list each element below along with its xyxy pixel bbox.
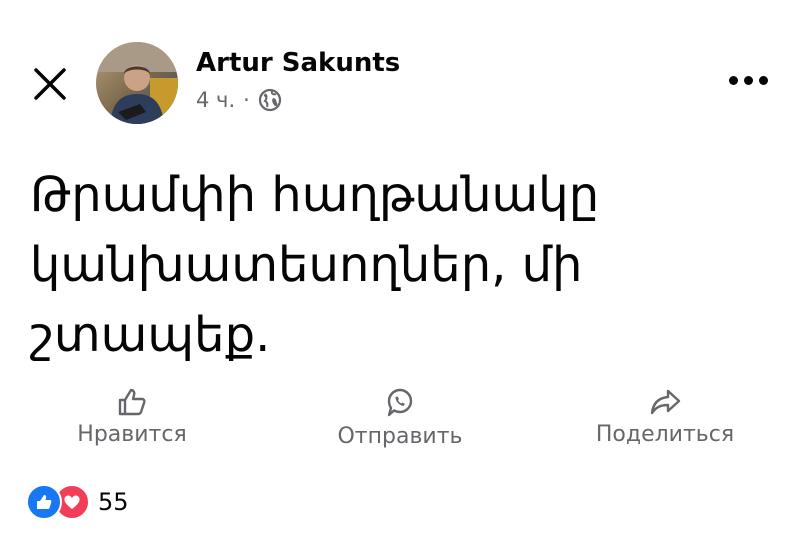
post-line: կանխատեսողներ, մի (30, 237, 583, 293)
send-label: Отправить (337, 424, 463, 449)
post-meta: 4 ч. · (196, 88, 282, 112)
close-icon (34, 68, 66, 100)
more-dot-icon (728, 75, 738, 85)
reactions-summary[interactable]: 55 (26, 484, 129, 520)
meta-separator: · (243, 88, 250, 112)
reaction-count: 55 (98, 488, 129, 516)
send-button[interactable]: Отправить (320, 386, 480, 449)
post-line: շտապեք. (30, 307, 271, 363)
like-label: Нравится (77, 422, 187, 447)
whatsapp-icon (387, 388, 413, 417)
author-name[interactable]: Artur Sakunts (196, 48, 400, 78)
more-dot-icon (758, 75, 768, 85)
like-reaction-icon (26, 484, 62, 520)
share-arrow-icon (650, 389, 681, 415)
share-button[interactable]: Поделиться (580, 386, 750, 447)
avatar-image (96, 42, 178, 124)
like-button[interactable]: Нравится (62, 386, 202, 447)
thumbs-up-icon (118, 388, 146, 416)
action-bar: Нравится Отправить Поделиться (0, 386, 800, 456)
post-time[interactable]: 4 ч. (196, 88, 235, 112)
globe-icon[interactable] (258, 88, 282, 112)
close-button[interactable] (24, 58, 76, 110)
more-dot-icon (743, 75, 753, 85)
share-label: Поделиться (595, 422, 735, 447)
post-line: Թրամփի հաղթանակը (30, 167, 600, 223)
more-options-button[interactable] (724, 66, 772, 94)
post-text: Թրամփի հաղթանակը կանխատեսողներ, մի շտապե… (30, 160, 770, 370)
avatar[interactable] (96, 42, 178, 124)
